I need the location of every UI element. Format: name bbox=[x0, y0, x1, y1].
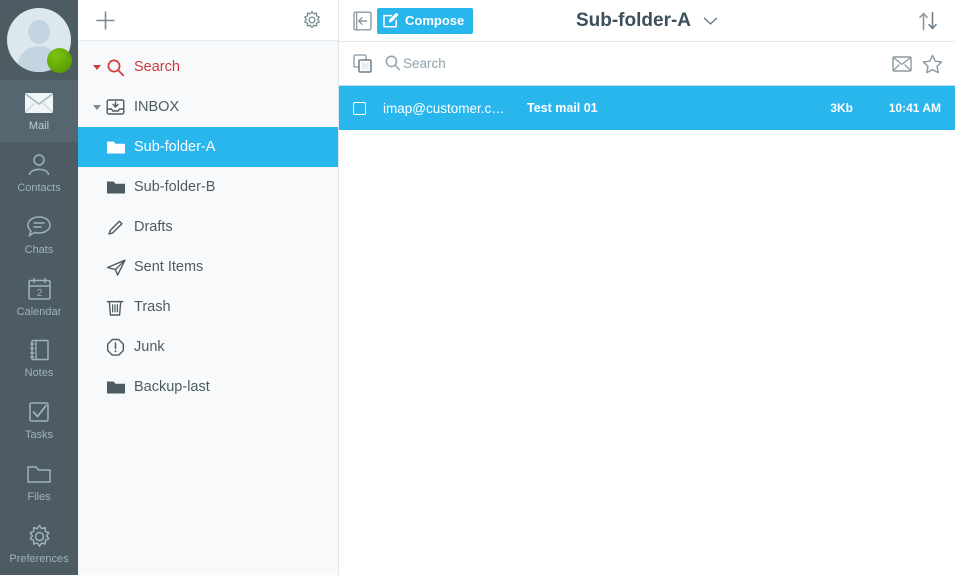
folder-item-inbox[interactable]: INBOX bbox=[78, 87, 338, 127]
list-header-actions bbox=[892, 54, 943, 74]
folder-item-label: Junk bbox=[134, 339, 165, 355]
chevron-down-icon[interactable] bbox=[88, 64, 106, 70]
rail-item-label: Contacts bbox=[17, 181, 61, 194]
rail-item-mail[interactable]: Mail bbox=[0, 80, 78, 142]
folder-item-label: Sent Items bbox=[134, 259, 204, 275]
folder-item-label: Sub-folder-A bbox=[134, 139, 216, 155]
rail-item-label: Files bbox=[27, 491, 51, 504]
select-all-icon[interactable] bbox=[353, 54, 372, 73]
rail-item-chats[interactable]: Chats bbox=[0, 204, 78, 266]
folder-item-sub-folder-b[interactable]: Sub-folder-B bbox=[78, 167, 338, 207]
compose-button[interactable]: Compose bbox=[377, 7, 474, 34]
files-icon bbox=[26, 461, 52, 487]
collapse-panel-icon[interactable] bbox=[347, 6, 377, 36]
notes-icon bbox=[27, 337, 51, 363]
rail-item-label: Calendar bbox=[16, 305, 62, 318]
folder-item-label: INBOX bbox=[134, 99, 180, 115]
toolbar: Compose Sub-folder-A bbox=[339, 0, 955, 42]
chevron-down-icon[interactable] bbox=[703, 16, 718, 26]
preferences-icon bbox=[27, 523, 52, 549]
avatar-cell[interactable] bbox=[0, 0, 78, 80]
rail-item-tasks[interactable]: Tasks bbox=[0, 389, 78, 451]
table-row[interactable]: imap@customer.c… Test mail 01 3Kb 10:41 … bbox=[339, 86, 955, 130]
rail-item-calendar[interactable]: 2 Calendar bbox=[0, 266, 78, 328]
star-icon[interactable] bbox=[922, 54, 943, 74]
message-list: imap@customer.c… Test mail 01 3Kb 10:41 … bbox=[339, 86, 955, 575]
folder-list: Search INBOX Sub-folder-A Sub-folder-B D… bbox=[78, 41, 338, 575]
chats-icon bbox=[26, 214, 52, 240]
folder-item-sent-items[interactable]: Sent Items bbox=[78, 247, 338, 287]
message-subject: Test mail 01 bbox=[527, 101, 598, 115]
rail-item-label: Notes bbox=[24, 367, 54, 380]
folder-panel: Search INBOX Sub-folder-A Sub-folder-B D… bbox=[78, 0, 339, 575]
folder-icon bbox=[106, 179, 134, 195]
online-status-indicator bbox=[47, 48, 72, 73]
rail-item-preferences[interactable]: Preferences bbox=[0, 513, 78, 575]
rail-item-files[interactable]: Files bbox=[0, 451, 78, 513]
message-time: 10:41 AM bbox=[888, 101, 941, 115]
rail-item-label: Tasks bbox=[24, 429, 54, 442]
envelope-icon[interactable] bbox=[892, 55, 912, 72]
avatar-head bbox=[28, 20, 50, 44]
trash-icon bbox=[106, 298, 134, 317]
folder-item-label: Sub-folder-B bbox=[134, 179, 216, 195]
gear-icon[interactable] bbox=[302, 10, 322, 30]
chevron-down-icon[interactable] bbox=[88, 104, 106, 110]
folder-item-label: Trash bbox=[134, 299, 171, 315]
folder-item-junk[interactable]: Junk bbox=[78, 327, 338, 367]
drafts-icon bbox=[106, 218, 134, 237]
rail-item-contacts[interactable]: Contacts bbox=[0, 142, 78, 204]
tasks-icon bbox=[27, 399, 51, 425]
folder-item-label: Search bbox=[134, 59, 180, 75]
message-sender: imap@customer.c… bbox=[383, 100, 505, 116]
search-placeholder: Search bbox=[403, 56, 446, 71]
page-title: Sub-folder-A bbox=[575, 9, 692, 31]
folder-item-sub-folder-a[interactable]: Sub-folder-A bbox=[78, 127, 338, 167]
search-icon bbox=[384, 54, 401, 74]
folder-item-backup-last[interactable]: Backup-last bbox=[78, 367, 338, 407]
rail-item-label: Chats bbox=[24, 243, 54, 256]
folder-panel-header bbox=[78, 0, 338, 41]
mail-application: Mail Contacts Chats 2 Calendar Notes Tas… bbox=[0, 0, 955, 575]
app-rail: Mail Contacts Chats 2 Calendar Notes Tas… bbox=[0, 0, 78, 575]
mail-icon bbox=[24, 90, 54, 116]
message-checkbox[interactable] bbox=[353, 101, 366, 115]
folder-item-trash[interactable]: Trash bbox=[78, 287, 338, 327]
folder-item-search[interactable]: Search bbox=[78, 47, 338, 87]
main-area: Compose Sub-folder-A Search imap@custome… bbox=[339, 0, 955, 575]
plus-icon[interactable] bbox=[95, 10, 116, 31]
svg-text:2: 2 bbox=[36, 288, 42, 299]
inbox-icon bbox=[106, 98, 134, 116]
rail-item-label: Preferences bbox=[9, 553, 69, 566]
folder-icon bbox=[106, 139, 134, 155]
junk-icon bbox=[106, 338, 134, 357]
search-icon bbox=[106, 58, 134, 77]
rail-item-label: Mail bbox=[28, 119, 50, 132]
sent-icon bbox=[106, 258, 134, 277]
folder-icon bbox=[106, 379, 134, 395]
search-input[interactable]: Search bbox=[384, 54, 880, 74]
calendar-icon: 2 bbox=[27, 276, 52, 302]
folder-item-label: Drafts bbox=[134, 219, 173, 235]
compose-pencil-icon bbox=[383, 11, 400, 31]
contacts-icon bbox=[26, 152, 52, 178]
folder-item-label: Backup-last bbox=[134, 379, 210, 395]
folder-item-drafts[interactable]: Drafts bbox=[78, 207, 338, 247]
compose-button-label: Compose bbox=[405, 13, 465, 28]
message-size: 3Kb bbox=[830, 101, 853, 115]
message-list-header: Search bbox=[339, 42, 955, 86]
sort-arrows-icon[interactable] bbox=[914, 7, 942, 35]
rail-item-notes[interactable]: Notes bbox=[0, 328, 78, 390]
